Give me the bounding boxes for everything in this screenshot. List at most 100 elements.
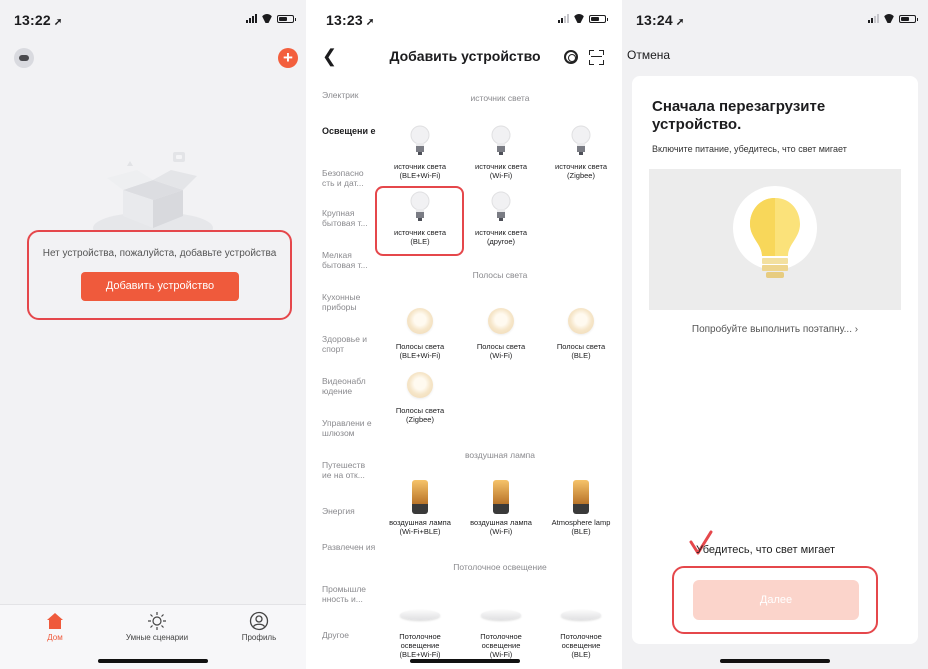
device-protocol: (BLE+Wi-Fi) — [399, 351, 441, 360]
profile-icon — [214, 611, 304, 631]
tab-smart-scenes[interactable]: Умные сценарии — [112, 611, 202, 642]
device-strip-ble[interactable]: Полосы света (BLE) — [543, 300, 618, 360]
family-avatar-icon[interactable] — [14, 48, 34, 68]
wifi-icon — [573, 14, 585, 23]
chevron-right-icon: › — [854, 324, 859, 335]
reset-device-screen: 13:24 ➚ Отмена Сначала перезагрузите устр… — [622, 0, 928, 669]
location-arrow-icon: ➚ — [675, 17, 685, 28]
home-screen: 13:22 ➚ + Нет устройства, пожалуйста, доб… — [0, 0, 306, 669]
sidebar-item-security[interactable]: Безопасно сть и дат... — [322, 168, 376, 188]
device-protocol: (Wi-Fi) — [489, 527, 513, 536]
status-bar: 13:24 ➚ — [622, 0, 928, 36]
confirm-blinking-checkbox-label[interactable]: Убедитесь, что свет мигает — [696, 544, 835, 556]
device-light-zigbee[interactable]: источник света (Zigbee) — [543, 120, 618, 180]
ceiling-light-icon — [400, 610, 440, 620]
tab-home[interactable]: Дом — [10, 611, 100, 642]
section-title-air-lamp: воздушная лампа — [464, 450, 536, 460]
sidebar-item-lighting[interactable]: Освещени е — [322, 126, 376, 136]
sidebar-item-health[interactable]: Здоровье и спорт — [322, 334, 376, 354]
battery-icon — [589, 14, 608, 23]
sidebar-item-gateway[interactable]: Управлени е шлюзом — [322, 418, 376, 438]
device-atmosphere-lamp-ble[interactable]: Atmosphere lamp (BLE) — [543, 476, 618, 536]
sidebar-item-travel[interactable]: Путешеств ие на отк... — [322, 460, 376, 480]
status-time: 13:24 ➚ — [636, 12, 685, 28]
air-lamp-icon — [412, 480, 428, 514]
device-air-lamp-wifi-ble[interactable]: воздушная лампа (Wi-Fi+BLE) — [382, 476, 458, 536]
sun-icon — [112, 611, 202, 631]
sidebar-item-kitchen[interactable]: Кухонные приборы — [322, 292, 376, 312]
device-name: Потолочное — [560, 632, 602, 641]
add-device-screen: 13:23 ➚ ❮ Добавить устройство Электрик Ос… — [312, 0, 618, 669]
sidebar-item-electric[interactable]: Электрик — [322, 90, 376, 100]
device-protocol: (другое) — [486, 237, 516, 246]
device-name: Потолочное — [399, 632, 441, 641]
add-device-plus-button[interactable]: + — [278, 48, 298, 68]
device-name: Полосы света — [476, 342, 526, 351]
device-strip-wifi[interactable]: Полосы света (Wi-Fi) — [463, 300, 539, 360]
device-name: источник света — [555, 162, 607, 171]
device-strip-zigbee[interactable]: Полосы света (Zigbee) — [382, 364, 458, 424]
section-title-strips: Полосы света — [472, 270, 528, 280]
device-ceiling-ble-wifi[interactable]: Потолочное освещение (BLE+Wi-Fi) — [382, 590, 458, 659]
add-device-button[interactable]: Добавить устройство — [81, 272, 239, 301]
light-strip-icon — [568, 308, 594, 334]
qr-scan-icon[interactable] — [589, 50, 604, 65]
device-ceiling-wifi[interactable]: Потолочное освещение (Wi-Fi) — [463, 590, 539, 659]
wifi-icon — [261, 14, 273, 23]
sidebar-item-entertainment[interactable]: Развлечен ия — [322, 542, 376, 552]
empty-box-illustration — [93, 152, 213, 230]
device-protocol: (BLE) — [571, 650, 591, 659]
location-arrow-icon: ➚ — [53, 17, 63, 28]
tab-home-label: Дом — [47, 633, 63, 642]
device-protocol: (Zigbee) — [567, 171, 595, 180]
sidebar-item-small-appliances[interactable]: Мелкая бытовая т... — [322, 250, 376, 270]
auto-scan-icon[interactable] — [564, 50, 578, 64]
selected-device-highlight — [375, 186, 464, 256]
light-strip-icon — [407, 308, 433, 334]
tab-profile-label: Профиль — [241, 633, 277, 642]
ceiling-light-icon — [561, 610, 601, 620]
device-type: освещение — [561, 641, 601, 650]
device-name: источник света — [394, 162, 446, 171]
device-protocol: (Wi-Fi+BLE) — [399, 527, 441, 536]
home-indicator — [98, 659, 208, 663]
home-indicator — [410, 659, 520, 663]
sidebar-item-large-appliances[interactable]: Крупная бытовая т... — [322, 208, 376, 228]
wifi-icon — [883, 14, 895, 23]
next-button[interactable]: Далее — [693, 580, 859, 620]
device-type: освещение — [400, 641, 440, 650]
cancel-button[interactable]: Отмена — [627, 48, 670, 62]
device-strip-ble-wifi[interactable]: Полосы света (BLE+Wi-Fi) — [382, 300, 458, 360]
device-name: Потолочное — [480, 632, 522, 641]
status-bar: 13:22 ➚ — [0, 0, 306, 36]
device-name: Полосы света — [395, 342, 445, 351]
section-title-ceiling: Потолочное освещение — [453, 562, 547, 572]
device-ceiling-ble[interactable]: Потолочное освещение (BLE) — [543, 590, 618, 659]
battery-icon — [899, 14, 918, 23]
bulb-icon — [491, 191, 511, 221]
device-light-other[interactable]: источник света (другое) — [463, 186, 539, 246]
instruction-card: Сначала перезагрузите устройство. Включи… — [632, 76, 918, 644]
light-strip-icon — [488, 308, 514, 334]
device-type: освещение — [481, 641, 521, 650]
tab-smart-scenes-label: Умные сценарии — [125, 633, 189, 642]
sidebar-item-industry[interactable]: Промышле нность и... — [322, 584, 376, 604]
step-by-step-link[interactable]: Попробуйте выполнить поэтапну... › — [632, 324, 918, 335]
device-protocol: (BLE+Wi-Fi) — [399, 650, 441, 659]
next-button-highlight: Далее — [672, 566, 878, 634]
device-name: воздушная лампа — [389, 518, 451, 527]
air-lamp-icon — [493, 480, 509, 514]
battery-icon — [277, 14, 296, 23]
home-indicator — [720, 659, 830, 663]
device-protocol: (Wi-Fi) — [489, 171, 513, 180]
device-protocol: (BLE) — [571, 351, 591, 360]
tab-profile[interactable]: Профиль — [214, 611, 304, 642]
empty-state-highlight: Нет устройства, пожалуйста, добавьте уст… — [27, 230, 292, 320]
device-light-wifi[interactable]: источник света (Wi-Fi) — [463, 120, 539, 180]
device-air-lamp-wifi[interactable]: воздушная лампа (Wi-Fi) — [463, 476, 539, 536]
device-light-ble-wifi[interactable]: источник света (BLE+Wi-Fi) — [382, 120, 458, 180]
empty-state-message: Нет устройства, пожалуйста, добавьте уст… — [42, 248, 277, 259]
sidebar-item-energy[interactable]: Энергия — [322, 506, 376, 516]
sidebar-item-video[interactable]: Видеонабл юдение — [322, 376, 376, 396]
sidebar-item-other[interactable]: Другое — [322, 630, 376, 640]
